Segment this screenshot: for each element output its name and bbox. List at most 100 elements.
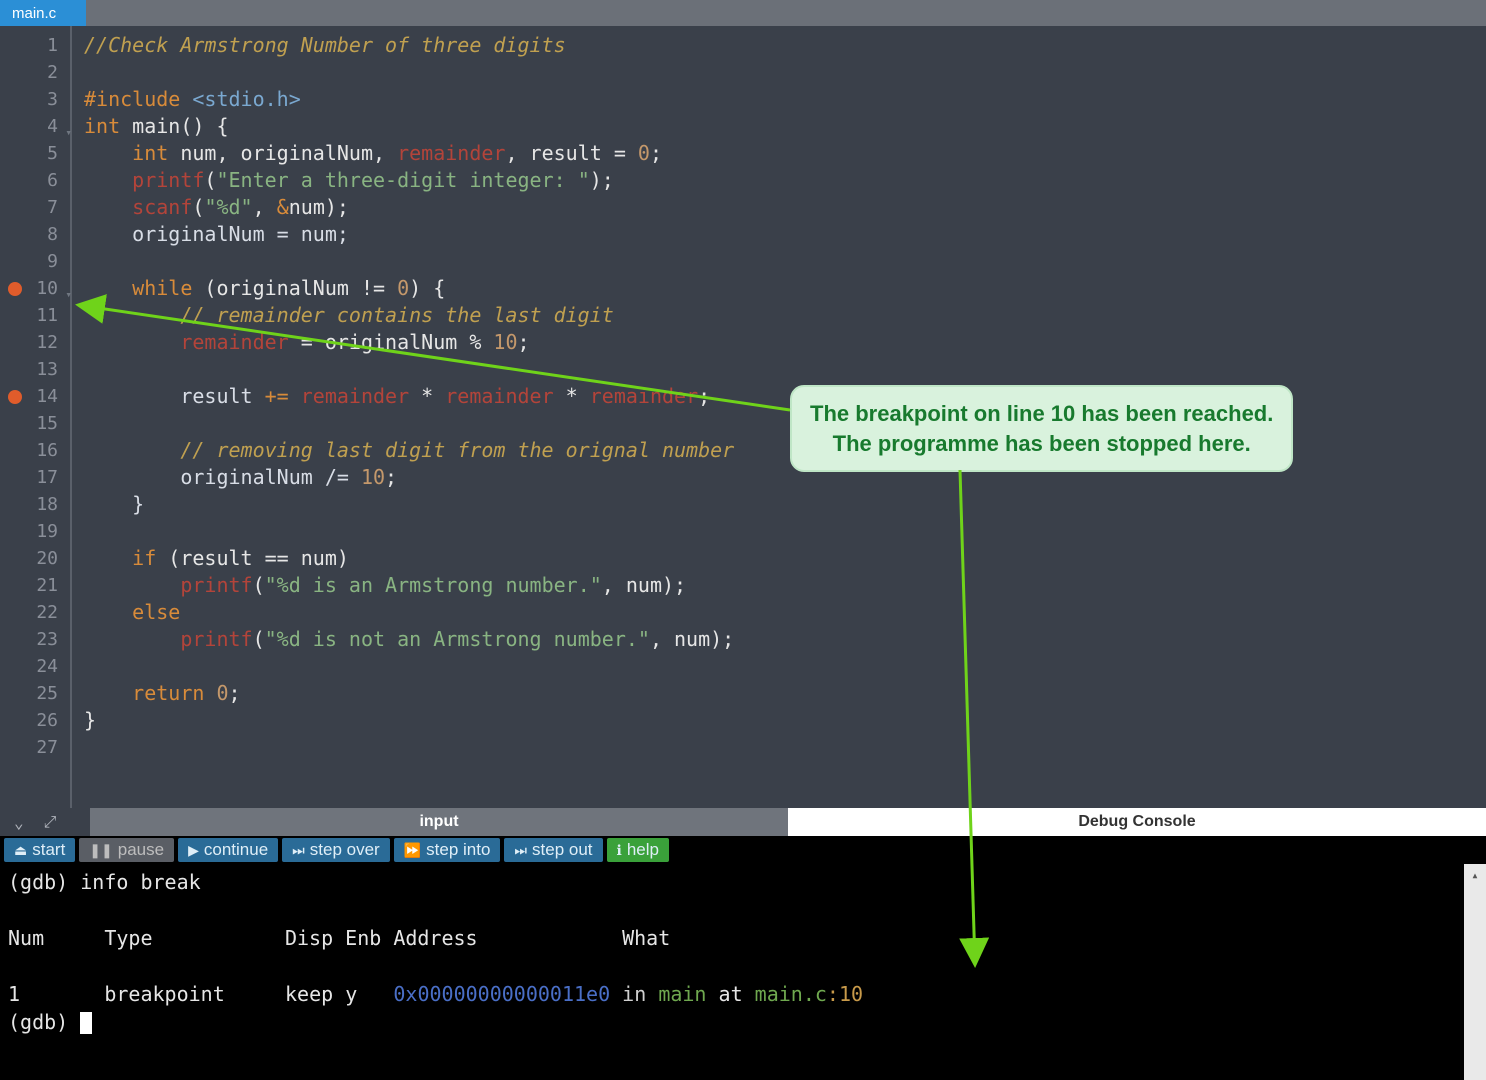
code-line-18[interactable]: }: [84, 491, 1486, 518]
code-line-8[interactable]: originalNum = num;: [84, 221, 1486, 248]
annotation-line2: The programme has been stopped here.: [810, 429, 1273, 459]
gutter-line-5[interactable]: 5: [0, 140, 70, 167]
code-line-2[interactable]: [84, 59, 1486, 86]
breakpoint-icon[interactable]: [8, 282, 22, 296]
pause-button[interactable]: ❚❚ pause: [79, 838, 174, 862]
tab-input[interactable]: input: [90, 808, 788, 836]
tab-bar: main.c: [0, 0, 1486, 26]
gutter-line-26[interactable]: 26: [0, 707, 70, 734]
code-line-4[interactable]: int main() {: [84, 113, 1486, 140]
code-line-25[interactable]: return 0;: [84, 680, 1486, 707]
code-line-3[interactable]: #include <stdio.h>: [84, 86, 1486, 113]
help-label: help: [627, 840, 659, 860]
step-out-button[interactable]: ⏭ step out: [504, 838, 602, 862]
bp-func: main: [658, 982, 706, 1006]
gutter-line-2[interactable]: 2: [0, 59, 70, 86]
gutter-line-23[interactable]: 23: [0, 626, 70, 653]
tab-main-c[interactable]: main.c: [0, 0, 86, 26]
pause-icon: ❚❚: [89, 842, 112, 859]
debug-toolbar: ⏏ start ❚❚ pause ▶ continue ⏭ step over …: [0, 836, 1486, 864]
play-icon: ▶: [188, 842, 199, 859]
tab-input-label: input: [419, 813, 458, 831]
help-button[interactable]: ℹ help: [607, 838, 669, 862]
step-into-button[interactable]: ⏩ step into: [394, 838, 501, 862]
gdb-prompt-2: (gdb): [8, 1010, 80, 1034]
editor-gutter[interactable]: 1234▾5678910▾111213141516171819202122232…: [0, 26, 70, 808]
step-out-icon: ⏭: [514, 842, 527, 859]
gutter-line-22[interactable]: 22: [0, 599, 70, 626]
code-line-10[interactable]: while (originalNum != 0) {: [84, 275, 1486, 302]
gutter-line-21[interactable]: 21: [0, 572, 70, 599]
chevron-down-icon[interactable]: ⌄: [14, 813, 24, 832]
code-line-23[interactable]: printf("%d is not an Armstrong number.",…: [84, 626, 1486, 653]
continue-label: continue: [204, 840, 268, 860]
bp-file: main.c: [755, 982, 827, 1006]
code-line-21[interactable]: printf("%d is an Armstrong number.", num…: [84, 572, 1486, 599]
console-scrollbar[interactable]: ▴: [1464, 864, 1486, 1080]
bp-address: 0x00000000000011e0: [393, 982, 610, 1006]
gutter-line-14[interactable]: 14: [0, 383, 70, 410]
panel-icons: ⌄ ⤢: [0, 808, 90, 836]
code-line-13[interactable]: [84, 356, 1486, 383]
info-icon: ℹ: [617, 842, 622, 859]
bp-num: 1: [8, 982, 20, 1006]
debug-console-output[interactable]: (gdb) info break Num Type Disp Enb Addre…: [0, 864, 1486, 1080]
tab-debug-console[interactable]: Debug Console: [788, 808, 1486, 836]
continue-button[interactable]: ▶ continue: [178, 838, 278, 862]
bp-disp: keep: [285, 982, 333, 1006]
code-line-7[interactable]: scanf("%d", &num);: [84, 194, 1486, 221]
gutter-line-10[interactable]: 10▾: [0, 275, 70, 302]
code-line-1[interactable]: //Check Armstrong Number of three digits: [84, 32, 1486, 59]
step-over-icon: ⏭: [292, 842, 305, 859]
bp-line: :10: [827, 982, 863, 1006]
cursor: [80, 1012, 92, 1034]
breakpoint-icon[interactable]: [8, 390, 22, 404]
code-line-12[interactable]: remainder = originalNum % 10;: [84, 329, 1486, 356]
bp-type: breakpoint: [104, 982, 224, 1006]
start-button[interactable]: ⏏ start: [4, 838, 75, 862]
gutter-line-18[interactable]: 18: [0, 491, 70, 518]
gutter-line-9[interactable]: 9: [0, 248, 70, 275]
gutter-line-1[interactable]: 1: [0, 32, 70, 59]
gutter-line-17[interactable]: 17: [0, 464, 70, 491]
gutter-line-25[interactable]: 25: [0, 680, 70, 707]
gutter-line-13[interactable]: 13: [0, 356, 70, 383]
panel-tabbar: ⌄ ⤢ input Debug Console: [0, 808, 1486, 836]
step-over-button[interactable]: ⏭ step over: [282, 838, 390, 862]
gutter-line-3[interactable]: 3: [0, 86, 70, 113]
bp-at: at: [719, 982, 743, 1006]
code-line-9[interactable]: [84, 248, 1486, 275]
bp-in: in: [622, 982, 646, 1006]
gutter-line-19[interactable]: 19: [0, 518, 70, 545]
step-out-label: step out: [532, 840, 593, 860]
gutter-line-27[interactable]: 27: [0, 734, 70, 761]
code-line-26[interactable]: }: [84, 707, 1486, 734]
tab-filename: main.c: [12, 5, 56, 22]
gutter-line-6[interactable]: 6: [0, 167, 70, 194]
gutter-line-20[interactable]: 20: [0, 545, 70, 572]
gdb-prompt: (gdb): [8, 870, 80, 894]
scroll-up-icon[interactable]: ▴: [1464, 864, 1486, 886]
gutter-line-24[interactable]: 24: [0, 653, 70, 680]
code-line-20[interactable]: if (result == num): [84, 545, 1486, 572]
gutter-line-16[interactable]: 16: [0, 437, 70, 464]
gutter-line-4[interactable]: 4▾: [0, 113, 70, 140]
code-line-24[interactable]: [84, 653, 1486, 680]
gutter-line-12[interactable]: 12: [0, 329, 70, 356]
gutter-line-7[interactable]: 7: [0, 194, 70, 221]
gutter-line-11[interactable]: 11: [0, 302, 70, 329]
code-line-27[interactable]: [84, 734, 1486, 761]
gutter-line-15[interactable]: 15: [0, 410, 70, 437]
code-line-22[interactable]: else: [84, 599, 1486, 626]
pause-label: pause: [118, 840, 164, 860]
step-over-label: step over: [310, 840, 380, 860]
tab-debug-console-label: Debug Console: [1078, 813, 1195, 831]
start-label: start: [32, 840, 65, 860]
break-header: Num Type Disp Enb Address What: [8, 926, 670, 950]
code-line-5[interactable]: int num, originalNum, remainder, result …: [84, 140, 1486, 167]
expand-icon[interactable]: ⤢: [44, 812, 57, 832]
code-line-19[interactable]: [84, 518, 1486, 545]
code-line-6[interactable]: printf("Enter a three-digit integer: ");: [84, 167, 1486, 194]
code-line-11[interactable]: // remainder contains the last digit: [84, 302, 1486, 329]
gutter-line-8[interactable]: 8: [0, 221, 70, 248]
